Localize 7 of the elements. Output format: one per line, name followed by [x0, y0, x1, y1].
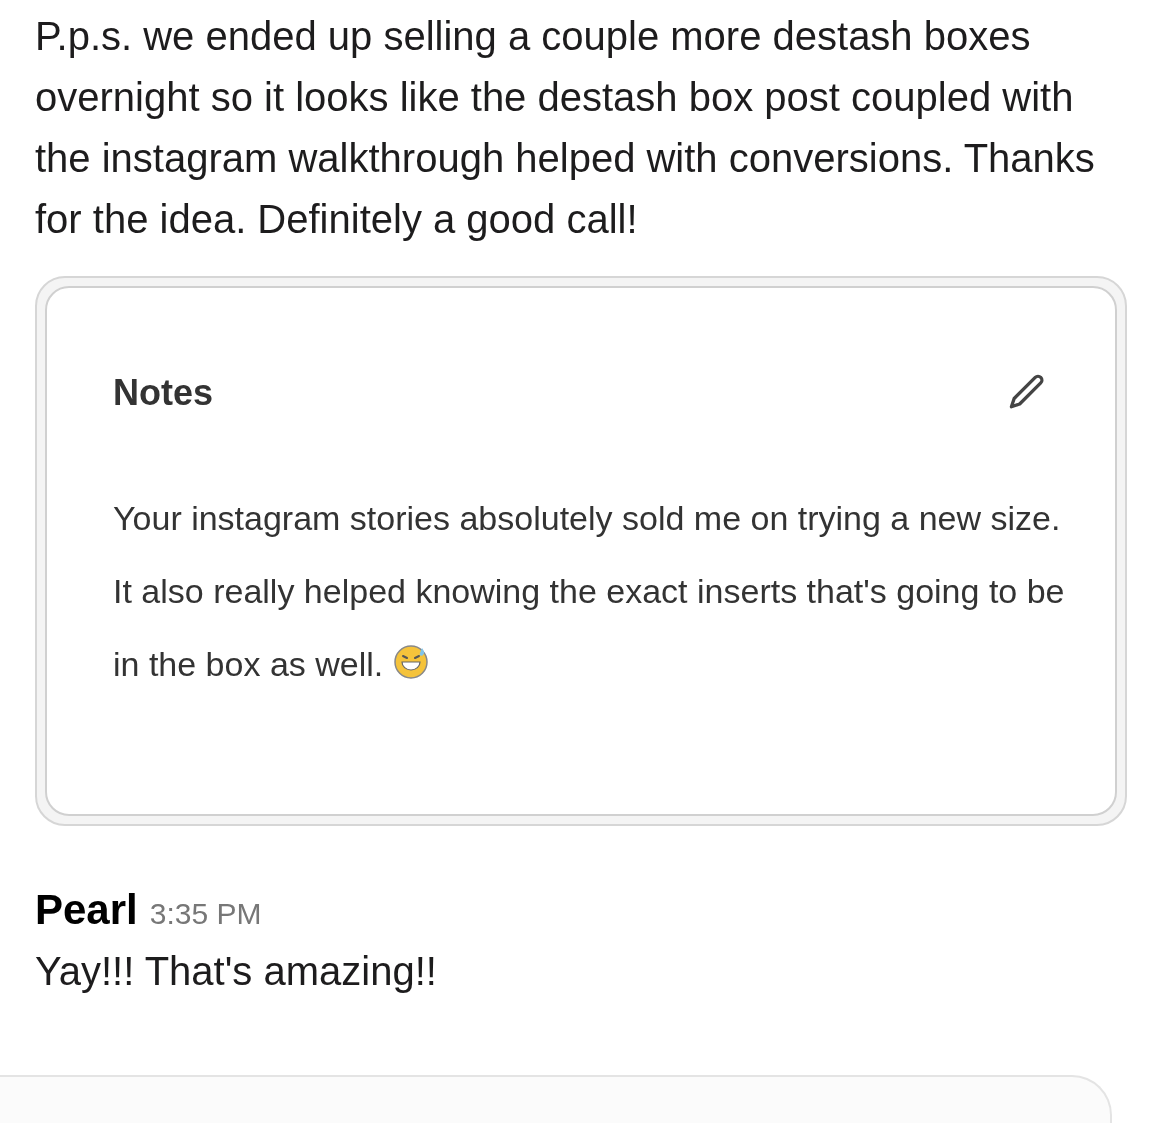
message-text: P.p.s. we ended up selling a couple more destash boxes overnight so it looks like the destash box post coupled with the instagram walkthrough helped with conversions. Thanks for the idea. Definitely a good call!	[35, 13, 1095, 243]
sweat-smile-icon	[392, 644, 429, 680]
notes-title: Notes	[113, 371, 214, 415]
notes-body: Your instagram stories absolutely sold me on trying a new size. It also really helped knowing the exact inserts that's going to be in the box as well.	[113, 498, 1066, 685]
sender-name[interactable]: Pearl	[35, 878, 138, 941]
reply-text: Yay!!! That's amazing!!	[35, 948, 438, 995]
message-time: 3:35 PM	[149, 896, 262, 932]
